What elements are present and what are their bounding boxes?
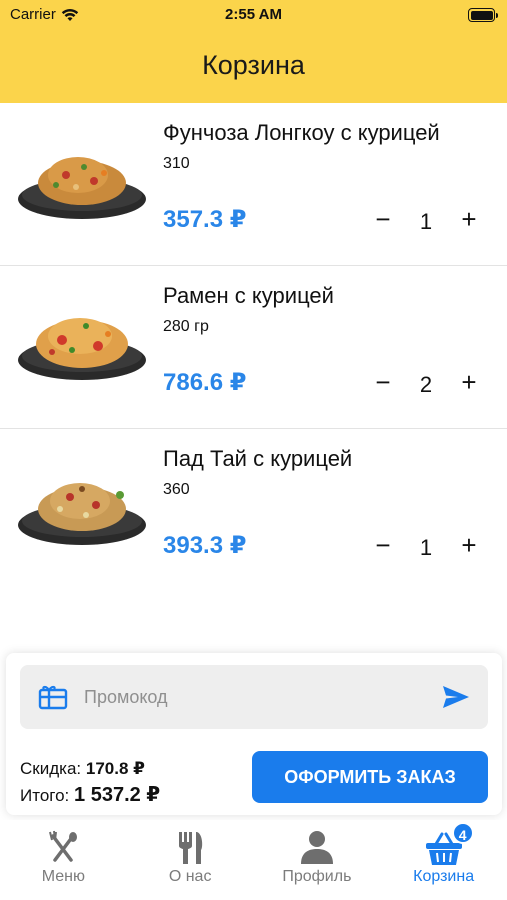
place-order-button[interactable]: ОФОРМИТЬ ЗАКАЗ	[252, 751, 488, 803]
item-name: Рамен с курицей	[163, 283, 334, 308]
status-bar: Carrier 2:55 AM	[0, 0, 507, 30]
battery-icon	[468, 8, 498, 22]
tab-bar: Меню О нас Профиль 4 Корзина	[0, 820, 507, 900]
status-time: 2:55 AM	[225, 6, 282, 23]
send-icon[interactable]	[440, 681, 472, 713]
dish-image	[18, 318, 146, 380]
discount-row: Скидка: 170.8 ₽	[20, 755, 160, 782]
decrease-button[interactable]: −	[370, 532, 396, 561]
item-weight: 360	[163, 481, 190, 498]
decrease-button[interactable]: −	[370, 206, 396, 235]
total-label: Итого:	[20, 786, 70, 805]
order-totals: Скидка: 170.8 ₽ Итого: 1 537.2 ₽	[20, 755, 160, 809]
person-icon	[300, 831, 333, 864]
total-value: 1 537.2 ₽	[74, 784, 161, 806]
item-price: 393.3 ₽	[163, 532, 247, 559]
quantity-value: 2	[419, 372, 433, 397]
tab-label: Меню	[41, 868, 85, 885]
header-bar: Carrier 2:55 AM Корзина	[0, 0, 507, 103]
dish-image	[18, 157, 146, 219]
quantity-stepper: − 1 +	[370, 206, 482, 235]
fork-knife-icon	[179, 832, 203, 864]
tab-cart[interactable]: 4 Корзина	[380, 820, 507, 900]
cart-item: Рамен с курицей 280 гр 786.6 ₽ − 2 +	[0, 266, 507, 429]
page-title: Корзина	[202, 50, 305, 80]
increase-button[interactable]: +	[456, 369, 482, 398]
tab-menu[interactable]: Меню	[0, 820, 127, 900]
cart-count-badge: 4	[451, 822, 474, 844]
quantity-stepper: − 1 +	[370, 532, 482, 561]
total-row: Итого: 1 537.2 ₽	[20, 782, 160, 809]
item-price: 786.6 ₽	[163, 369, 247, 396]
quantity-value: 1	[419, 209, 433, 234]
item-weight: 310	[163, 155, 190, 172]
gift-card-icon	[38, 685, 68, 710]
increase-button[interactable]: +	[456, 532, 482, 561]
quantity-value: 1	[419, 535, 433, 560]
dish-image	[18, 483, 146, 545]
discount-value: 170.8 ₽	[85, 759, 145, 778]
decrease-button[interactable]: −	[370, 369, 396, 398]
item-weight: 280 гр	[163, 318, 209, 335]
promo-input[interactable]	[84, 681, 424, 713]
checkout-panel: Скидка: 170.8 ₽ Итого: 1 537.2 ₽ ОФОРМИТ…	[6, 653, 502, 815]
promo-field	[20, 665, 488, 729]
tab-label: Профиль	[282, 868, 352, 885]
discount-label: Скидка:	[20, 759, 82, 778]
cart-item: Пад Тай с курицей 360 393.3 ₽ − 1 +	[0, 429, 507, 592]
tab-profile[interactable]: Профиль	[254, 820, 381, 900]
tab-label: О нас	[168, 868, 212, 885]
cart-item: Фунчоза Лонгкоу с курицей 310 357.3 ₽ − …	[0, 103, 507, 266]
increase-button[interactable]: +	[456, 206, 482, 235]
fork-spoon-icon	[49, 830, 78, 862]
item-price: 357.3 ₽	[163, 206, 247, 233]
quantity-stepper: − 2 +	[370, 369, 482, 398]
item-name: Пад Тай с курицей	[163, 446, 353, 471]
tab-label: Корзина	[413, 868, 475, 885]
item-name: Фунчоза Лонгкоу с курицей	[163, 120, 440, 145]
tab-about[interactable]: О нас	[127, 820, 254, 900]
